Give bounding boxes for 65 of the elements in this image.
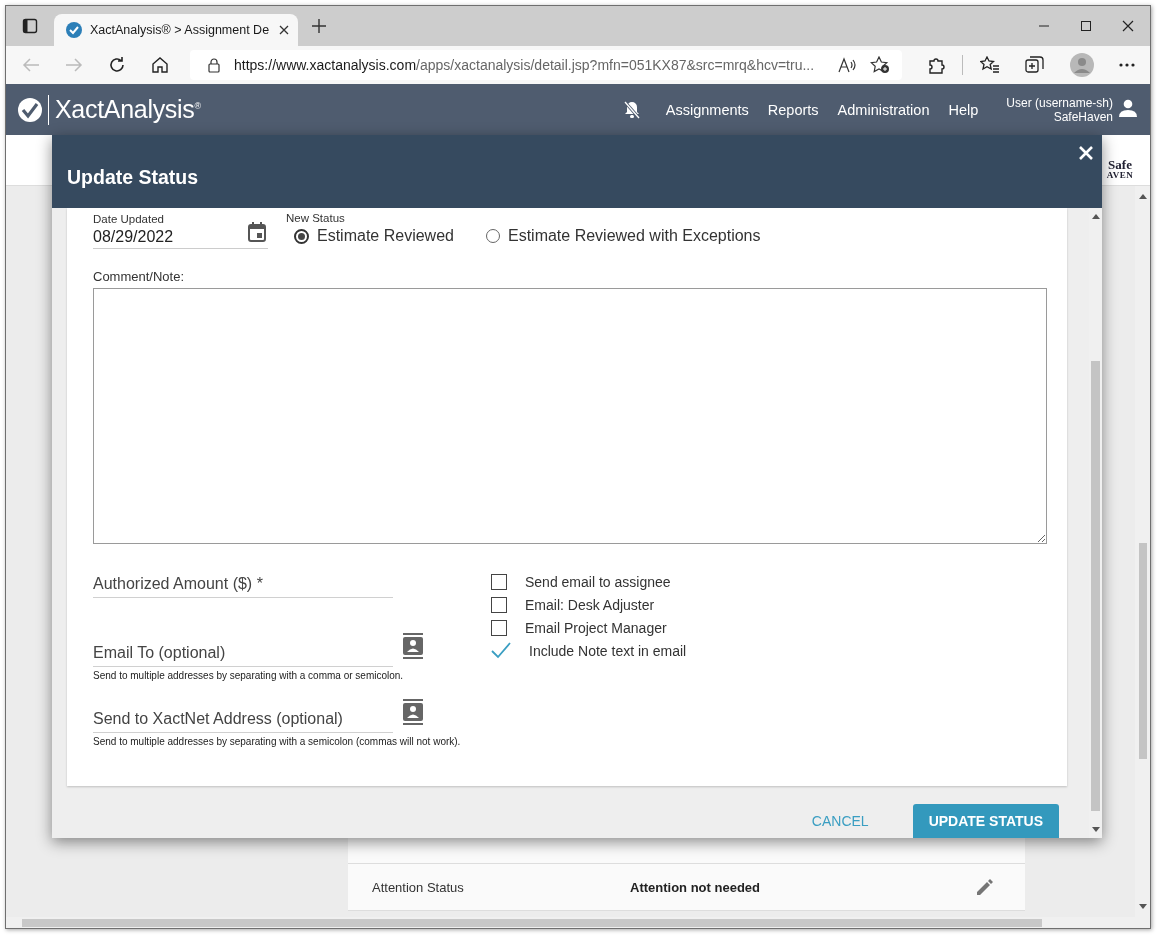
- extensions-icon[interactable]: [927, 56, 945, 74]
- notifications-off-icon[interactable]: [623, 100, 640, 119]
- detail-value: Attention not needed: [630, 879, 761, 895]
- tabs-icon[interactable]: [22, 18, 38, 34]
- detail-label: Attention Status: [372, 879, 465, 895]
- user-name[interactable]: User (username-sh): [1006, 95, 1113, 110]
- scrollbar-thumb[interactable]: [1091, 361, 1100, 811]
- checkbox-option[interactable]: Email Project Manager: [491, 616, 1067, 639]
- scroll-up-icon[interactable]: [1138, 194, 1147, 199]
- field-label: Comment/Note:: [93, 269, 186, 284]
- field-hint: Send to multiple addresses by separating with a comma or semicolon.: [93, 670, 405, 681]
- person-icon[interactable]: [1119, 98, 1137, 117]
- checkbox-option[interactable]: Email: Desk Adjuster: [491, 593, 1067, 616]
- nav-link[interactable]: Assignments: [665, 101, 749, 118]
- scroll-down-icon[interactable]: [1091, 827, 1100, 832]
- xactnet-address-field[interactable]: Send to XactNet Address (optional): [93, 705, 393, 733]
- scrollbar[interactable]: [1135, 186, 1150, 917]
- radio-option[interactable]: Estimate Reviewed: [286, 227, 454, 245]
- calendar-icon[interactable]: [248, 222, 266, 242]
- scrollbar[interactable]: [1089, 208, 1102, 838]
- nav-link[interactable]: Reports: [767, 101, 819, 118]
- app-logo: XactAnalysis$^{®}$: [55, 95, 201, 124]
- profile-icon[interactable]: [1070, 53, 1094, 77]
- scrollbar-thumb[interactable]: [22, 918, 1042, 927]
- scrollbar-thumb[interactable]: [1138, 543, 1147, 759]
- favorites-icon[interactable]: [980, 56, 1000, 74]
- close-icon[interactable]: [278, 24, 290, 36]
- comment-field[interactable]: [93, 288, 1047, 544]
- field-hint: Send to multiple addresses by separating with a semicolon (commas will not work).: [93, 736, 462, 747]
- more-icon[interactable]: [1119, 63, 1135, 67]
- scrollbar[interactable]: [6, 917, 1150, 928]
- modal-title: Update Status: [67, 166, 199, 189]
- maximize-icon[interactable]: [1080, 20, 1092, 32]
- checkbox-option[interactable]: Send email to assignee: [491, 570, 1067, 593]
- radio-option[interactable]: Estimate Reviewed with Exceptions: [477, 227, 761, 245]
- checkbox[interactable]: [491, 573, 507, 590]
- checkbox[interactable]: [491, 619, 507, 636]
- add-favorite-icon[interactable]: [870, 56, 890, 74]
- scroll-up-icon[interactable]: [1091, 214, 1100, 219]
- read-aloud-icon[interactable]: [838, 57, 856, 73]
- scroll-down-icon[interactable]: [1138, 904, 1147, 909]
- collections-icon[interactable]: [1025, 56, 1045, 74]
- company-name: SafeHaven: [1053, 109, 1113, 124]
- close-icon[interactable]: [1122, 20, 1134, 32]
- email-field[interactable]: Email To (optional): [93, 639, 393, 667]
- amount-field[interactable]: Authorized Amount ($) *: [93, 570, 393, 598]
- checkmark-logo-icon: [17, 96, 43, 123]
- contacts-icon[interactable]: [403, 699, 423, 725]
- radio-button[interactable]: [294, 228, 309, 244]
- home-icon[interactable]: [151, 56, 169, 74]
- browser-tab[interactable]: XactAnalysis® > Assignment De: [54, 14, 298, 46]
- contacts-icon[interactable]: [403, 633, 423, 659]
- lock-icon: [208, 57, 220, 73]
- reload-icon[interactable]: [108, 56, 126, 74]
- date-field[interactable]: Date Updated 08/29/2022: [93, 212, 268, 249]
- checkbox-option[interactable]: Include Note text in email: [491, 639, 1067, 662]
- favicon-icon: [66, 22, 82, 38]
- nav-link[interactable]: Administration: [837, 101, 930, 118]
- nav-link[interactable]: Help: [948, 101, 979, 118]
- address-field[interactable]: https://www.xactanalysis.com/apps/xactanalysis/detail.jsp?mfn=051KX87&src=mrq&hcv=tru...: [190, 50, 902, 80]
- new-tab-icon[interactable]: [312, 19, 326, 33]
- edit-pencil-icon[interactable]: [975, 877, 995, 897]
- checkmark-icon[interactable]: [491, 642, 511, 659]
- checkbox[interactable]: [491, 596, 507, 613]
- field-label: New Status: [286, 212, 346, 224]
